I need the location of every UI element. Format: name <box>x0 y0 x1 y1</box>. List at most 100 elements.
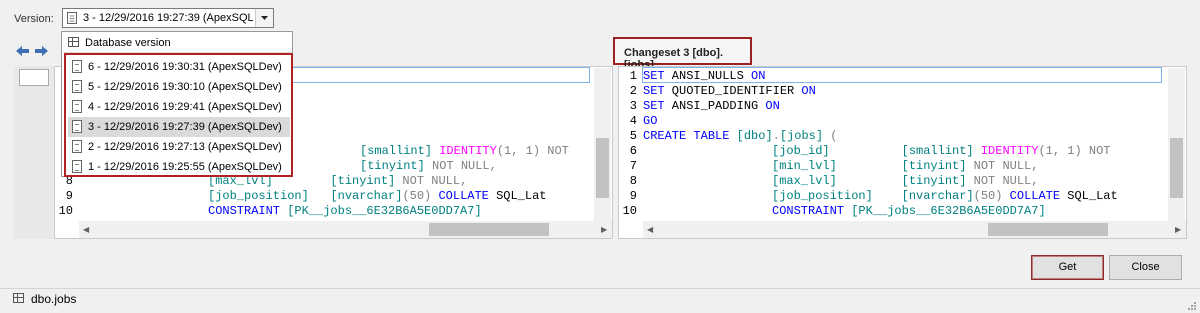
code-token: COLLATE <box>1002 189 1061 203</box>
resize-grip-icon[interactable] <box>1186 300 1196 310</box>
status-separator <box>0 288 1200 289</box>
left-vscroll-thumb[interactable] <box>596 138 609 198</box>
code-token: NOT <box>540 144 569 158</box>
line-number: 2 <box>629 84 637 98</box>
document-icon <box>72 140 82 153</box>
code-token: CONSTRAINT <box>208 204 281 218</box>
code-line: 8 [max_lvl] [tinyint] NOT NULL, <box>619 173 1039 189</box>
code-token: , <box>489 159 497 173</box>
left-vertical-scrollbar[interactable] <box>594 68 611 222</box>
code-token: ON <box>758 99 780 113</box>
code-token: SQL_Lat <box>1060 189 1118 203</box>
code-line: 2 SET QUOTED_IDENTIFIER ON <box>619 83 816 99</box>
code-token: [nvarchar] <box>330 189 403 203</box>
code-token: IDENTITY <box>973 144 1039 158</box>
code-token: NULL <box>424 174 461 188</box>
version-dropdown-list[interactable]: Database version 6 - 12/29/2016 19:30:31… <box>61 31 293 177</box>
version-option-label: 3 - 12/29/2016 19:27:39 (ApexSQLDev) <box>88 121 282 133</box>
code-token: ( <box>1038 144 1046 158</box>
line-number: 10 <box>622 204 637 218</box>
code-line: 10 CONSTRAINT [PK__jobs__6E32B6A5E0DD7A7] <box>55 203 482 219</box>
close-button[interactable]: Close <box>1109 255 1182 280</box>
code-token: 1 <box>1045 144 1053 158</box>
version-option-label: 5 - 12/29/2016 19:30:10 (ApexSQLDev) <box>88 81 282 93</box>
document-icon <box>72 100 82 113</box>
back-arrow-icon[interactable] <box>16 46 29 56</box>
code-token: [job_position] <box>772 189 873 203</box>
right-horizontal-scrollbar[interactable]: ◀ ▶ <box>643 221 1186 238</box>
left-horizontal-scrollbar[interactable]: ◀ ▶ <box>79 221 612 238</box>
code-line: 9 [job_position] [nvarchar](50) COLLATE S… <box>55 188 547 204</box>
dropdown-arrow-icon[interactable] <box>255 9 273 27</box>
scroll-left-arrow-icon[interactable]: ◀ <box>647 225 653 234</box>
code-line: 9 [job_position] [nvarchar](50) COLLATE S… <box>619 188 1118 204</box>
code-token: NOT <box>424 159 454 173</box>
left-gutter <box>14 66 54 239</box>
line-number: 1 <box>629 69 637 83</box>
code-token: [smallint] <box>901 144 974 158</box>
version-option[interactable]: 5 - 12/29/2016 19:30:10 (ApexSQLDev) <box>68 77 290 97</box>
code-token: ) <box>1074 144 1082 158</box>
code-token: NULL <box>453 159 490 173</box>
version-select[interactable]: 3 - 12/29/2016 19:27:39 (ApexSQLDev) <box>62 8 274 28</box>
code-token: [PK__jobs__6E32B6A5E0DD7A7] <box>844 204 1046 218</box>
code-line: 10 CONSTRAINT [PK__jobs__6E32B6A5E0DD7A7] <box>619 203 1046 219</box>
code-token: [job_position] <box>208 189 309 203</box>
version-option-label: 2 - 12/29/2016 19:27:13 (ApexSQLDev) <box>88 141 282 153</box>
code-token: NOT <box>1081 144 1111 158</box>
line-number: 9 <box>629 189 637 203</box>
tab-changeset[interactable]: Changeset 3 [dbo].[jobs] <box>613 37 752 71</box>
right-hscroll-thumb[interactable] <box>988 223 1108 236</box>
version-select-value: 3 - 12/29/2016 19:27:39 (ApexSQLDev) <box>83 12 253 24</box>
right-vertical-scrollbar[interactable] <box>1168 68 1185 222</box>
code-token: NOT <box>395 174 425 188</box>
line-number: 7 <box>629 159 637 173</box>
scroll-left-arrow-icon[interactable]: ◀ <box>83 225 89 234</box>
line-number: 10 <box>58 204 73 218</box>
status-object-name: dbo.jobs <box>31 292 77 306</box>
line-number: 3 <box>629 99 637 113</box>
code-token: NULL <box>995 174 1032 188</box>
code-token: SET <box>643 99 665 113</box>
line-number: 4 <box>629 114 637 128</box>
get-button[interactable]: Get <box>1031 255 1104 280</box>
code-token: [tinyint] <box>330 174 396 188</box>
code-token: CONSTRAINT <box>772 204 845 218</box>
forward-arrow-icon[interactable] <box>35 46 48 56</box>
right-code-editor[interactable]: 1 SET ANSI_NULLS ON 2 SET QUOTED_IDENTIFIER… <box>618 66 1187 239</box>
code-token: ANSI_PADDING <box>664 99 759 113</box>
scroll-right-arrow-icon[interactable]: ▶ <box>601 225 607 234</box>
line-number: 9 <box>65 189 73 203</box>
version-option[interactable]: 4 - 12/29/2016 19:29:41 (ApexSQLDev) <box>68 97 290 117</box>
code-token: . <box>772 129 780 143</box>
right-vscroll-thumb[interactable] <box>1170 138 1183 198</box>
code-token: [max_lvl] <box>772 174 837 188</box>
left-hscroll-thumb[interactable] <box>429 223 549 236</box>
code-token: [jobs] <box>779 129 824 143</box>
code-token: COLLATE <box>431 189 489 203</box>
code-line: 5 CREATE TABLE [dbo].[jobs] ( <box>619 128 838 144</box>
line-number: 6 <box>629 144 637 158</box>
scroll-right-arrow-icon[interactable]: ▶ <box>1175 225 1181 234</box>
code-token: [min_lvl] <box>772 159 837 173</box>
code-token: IDENTITY <box>432 144 497 158</box>
database-version-option[interactable]: Database version <box>63 33 291 53</box>
code-token: ( <box>496 144 505 158</box>
version-option[interactable]: 6 - 12/29/2016 19:30:31 (ApexSQLDev) <box>68 57 290 77</box>
version-option[interactable]: 1 - 12/29/2016 19:25:55 (ApexSQLDev) <box>68 157 290 177</box>
code-token: , <box>460 174 468 188</box>
version-option[interactable]: 3 - 12/29/2016 19:27:39 (ApexSQLDev) <box>68 117 290 137</box>
code-token: TABLE <box>686 129 730 143</box>
code-token: (50) <box>973 189 1003 203</box>
code-token: [nvarchar] <box>901 189 974 203</box>
code-token: , <box>511 144 526 158</box>
code-token: [tinyint] <box>901 174 967 188</box>
code-token: ( <box>823 129 838 143</box>
code-token: [job_id] <box>772 144 830 158</box>
database-version-label: Database version <box>85 37 171 49</box>
version-option[interactable]: 2 - 12/29/2016 19:27:13 (ApexSQLDev) <box>68 137 290 157</box>
